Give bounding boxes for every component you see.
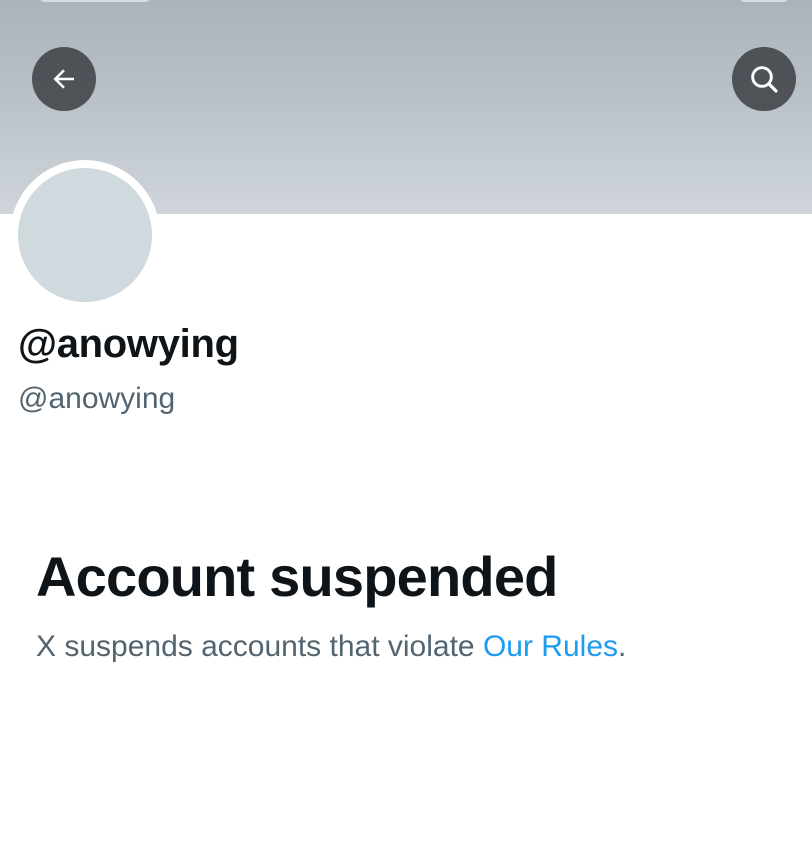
battery-icon [740, 0, 788, 2]
avatar[interactable] [18, 168, 152, 302]
status-bar-fragment [40, 0, 150, 2]
suspension-message-period: . [618, 630, 627, 663]
suspension-title: Account suspended [36, 545, 558, 608]
back-button[interactable] [32, 47, 96, 111]
suspension-message: X suspends accounts that violate Our Rul… [36, 630, 626, 664]
search-icon [751, 66, 778, 93]
profile-page: @anowying @anowying Account suspended X … [0, 0, 812, 846]
arrow-left-icon [53, 69, 74, 89]
avatar-frame [10, 160, 160, 310]
search-button[interactable] [732, 47, 796, 111]
our-rules-link[interactable]: Our Rules [483, 630, 618, 663]
profile-handle: @anowying [18, 382, 176, 415]
profile-display-name: @anowying [18, 322, 239, 366]
suspension-message-text: X suspends accounts that violate [36, 630, 483, 663]
